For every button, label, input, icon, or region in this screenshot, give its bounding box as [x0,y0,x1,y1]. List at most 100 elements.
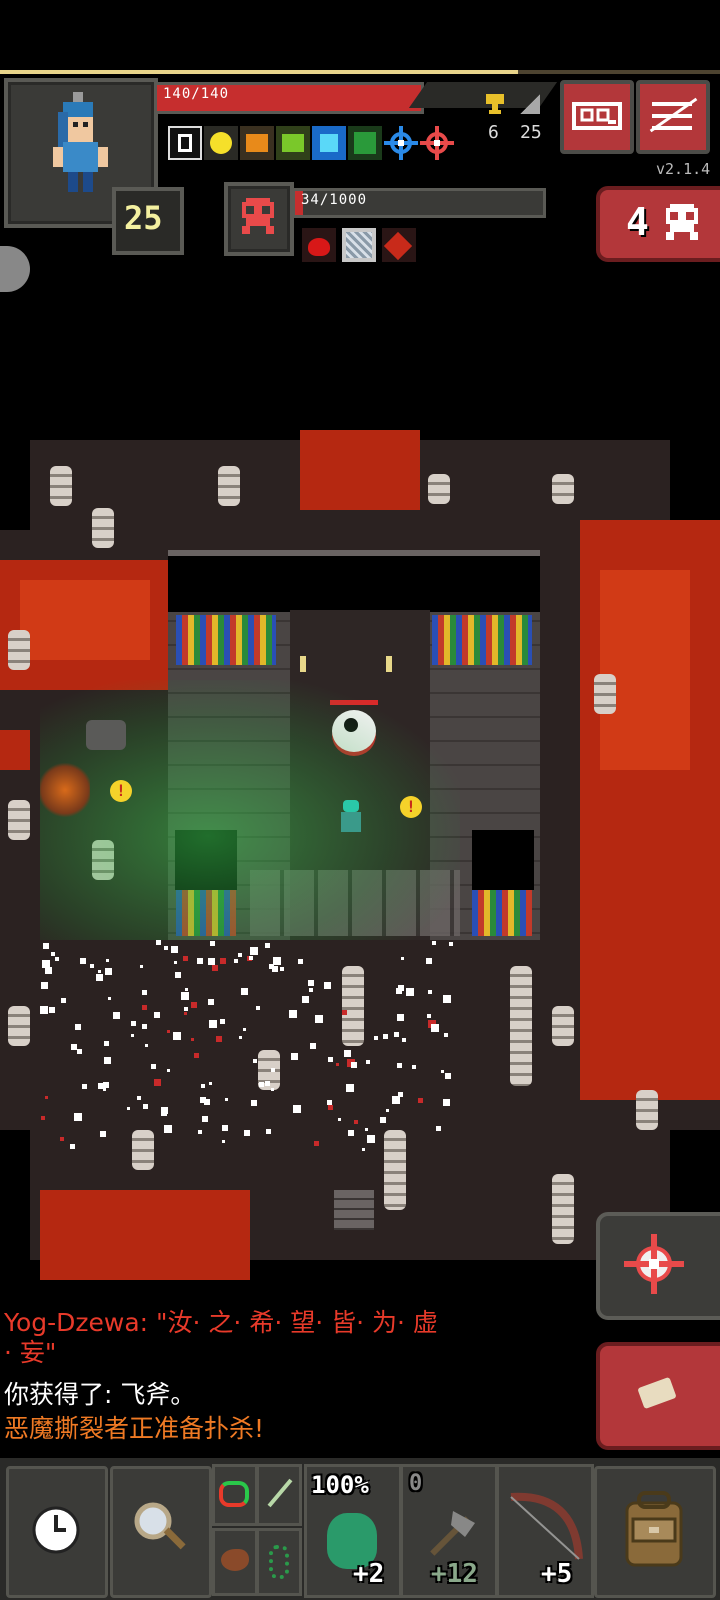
quickslot-wand[interactable] [256,1464,302,1526]
wait-button[interactable] [6,1466,108,1598]
bow-icon [510,1492,583,1560]
quickslot-potion[interactable]: 100% +2 [304,1464,402,1598]
debris-particle [397,1063,402,1068]
debris-particle [202,1116,208,1122]
attack-target-button[interactable] [596,1212,720,1320]
journal-icon [572,102,622,130]
target-icon[interactable] [384,126,418,160]
menu-button[interactable] [636,80,710,154]
burning-icon[interactable] [382,228,416,262]
debris-particle [443,995,451,1003]
demon-ripper-enemy[interactable] [40,760,90,820]
light-icon[interactable] [204,126,238,160]
debris-particle [209,1020,217,1028]
debris-particle [41,982,48,989]
debris-particle [174,961,177,964]
blind-icon[interactable] [168,126,202,160]
frost-icon[interactable] [312,126,346,160]
debris-particle [60,1137,64,1141]
hero-sprite[interactable] [338,800,364,836]
debris-particle [348,1130,354,1136]
debris-particle [131,1034,134,1037]
debris-particle [74,1113,82,1121]
debris-particle [239,1036,242,1039]
danger-indicator-button[interactable]: 4 [596,186,720,262]
backpack-button[interactable] [594,1466,716,1598]
toxic-icon[interactable] [276,126,310,160]
search-icon [134,1502,186,1550]
debris-particle [140,965,143,968]
debris-particle [82,1084,87,1089]
lava-pool [300,430,420,510]
bone-pillar [552,474,574,504]
debris-particle [142,1005,147,1010]
level-badge: 25 [112,187,184,255]
hero-hp-bar: 140/140 [154,82,424,114]
stained-glass [432,615,532,665]
debris-particle [201,1084,205,1088]
hero-portrait [53,92,108,192]
quickslot-bow[interactable]: +5 [496,1464,594,1598]
debris-particle [41,1116,45,1120]
haste-icon[interactable] [240,126,274,160]
bleeding-icon[interactable] [302,228,336,262]
debris-particle [374,1036,378,1040]
marked-icon[interactable] [420,126,454,160]
alert-marker: ! [400,796,422,818]
debris-particle [398,1092,403,1097]
bone-pillar [552,1006,574,1046]
dungeon-map[interactable]: ! ! [0,430,720,1280]
debris-particle [427,1014,431,1018]
search-button[interactable] [110,1466,212,1598]
quickslot-horn[interactable] [212,1528,258,1596]
stairs-tile[interactable] [334,1190,374,1230]
debris-particle [383,1034,388,1039]
debris-particle [265,1081,270,1086]
quickslot-throwing-axe[interactable]: 0 +12 [400,1464,498,1598]
debris-particle [244,1130,250,1136]
debris-particle [225,1098,228,1101]
debris-particle [183,956,188,961]
pickup-item-button[interactable] [596,1342,720,1450]
debris-particle [250,947,258,955]
debris-particle [161,1110,167,1116]
bone-pillar [218,466,240,506]
log-line-yog: Yog-Dzewa: "汝· 之· 希· 望· 皆· 为· 虚 · 妄" [4,1308,438,1367]
enemy-portrait-button[interactable] [224,182,294,256]
bone-pillar [8,630,30,670]
enemy-hp-text: 34/1000 [301,192,368,208]
journal-button[interactable] [560,80,634,154]
candle [300,656,306,672]
debris-particle [354,1120,358,1124]
quickslot-swap[interactable] [212,1464,258,1526]
debris-particle [113,1012,120,1019]
debris-particle [346,1084,354,1092]
debris-particle [151,1064,156,1069]
log-line-pickup: 你获得了: 飞斧。 [4,1380,196,1409]
debris-particle [344,1050,351,1057]
hero-hp-text: 140/140 [163,86,230,102]
debris-particle [328,1105,333,1110]
frozen-icon[interactable] [342,228,376,262]
debris-particle [45,967,52,974]
horn-icon [221,1549,249,1571]
potion-count: +2 [353,1559,385,1589]
mind-icon[interactable] [348,126,382,160]
lava-pool [40,1190,250,1280]
depth-icon [520,94,540,114]
debris-particle [265,943,270,948]
stained-glass [176,615,276,665]
danger-count: 4 [626,200,649,244]
debris-particle [445,1073,451,1079]
exp-bar [0,70,720,74]
exp-bar-fill [0,70,519,74]
debris-particle [77,1049,82,1054]
scroll-icon [637,1376,677,1410]
debris-particle [351,1062,357,1068]
debris-particle [142,1024,147,1029]
gray-rock [86,720,126,750]
quickslot-rope[interactable] [256,1528,302,1596]
bone-pillar [8,1006,30,1046]
debris-particle [449,942,453,946]
debris-particle [342,1010,347,1015]
